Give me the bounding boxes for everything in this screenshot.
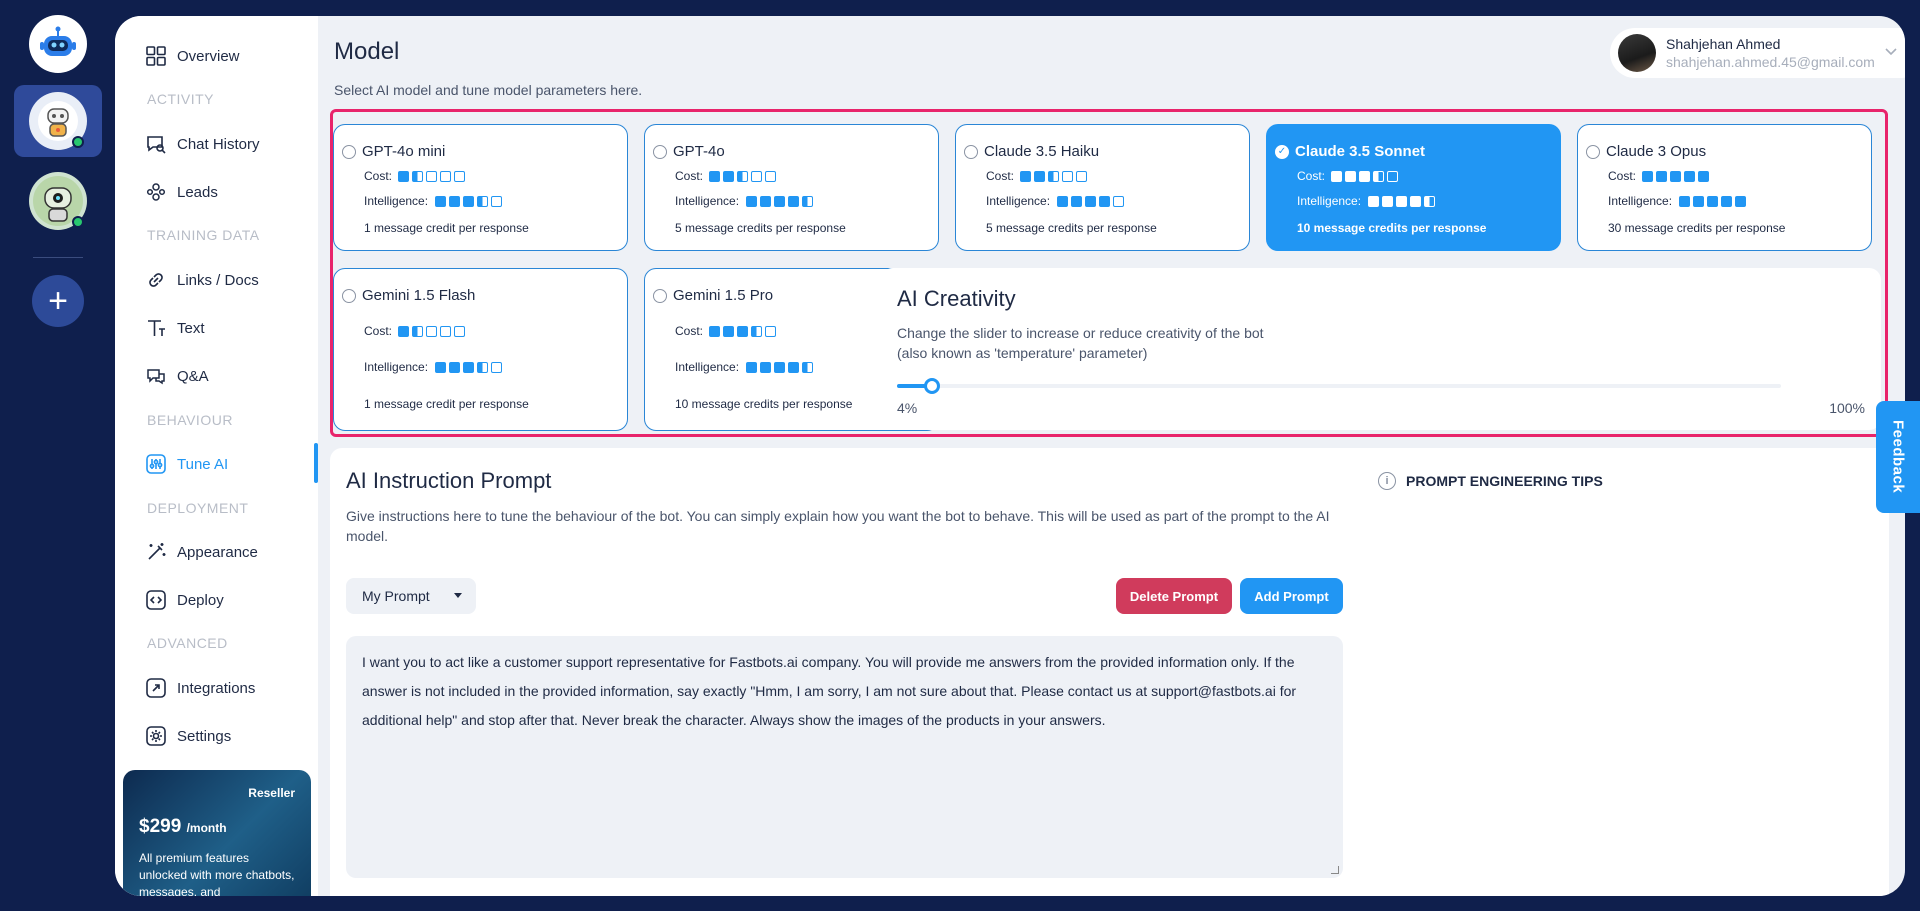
users-icon xyxy=(145,181,167,203)
content-area: Model Select AI model and tune model par… xyxy=(318,16,1905,896)
chat-search-icon xyxy=(145,133,167,155)
model-selection-highlight xyxy=(330,109,1888,437)
main-frame: Overview ACTIVITY Chat History Leads TRA… xyxy=(115,16,1905,896)
promo-price-value: $299 xyxy=(139,816,182,837)
reseller-promo-card[interactable]: Reseller $299 /month All premium feature… xyxy=(123,770,311,896)
info-icon: i xyxy=(1378,472,1396,490)
sidebar-item-label: Integrations xyxy=(177,679,256,697)
prompt-description: Give instructions here to tune the behav… xyxy=(346,508,1330,544)
promo-tag: Reseller xyxy=(248,786,295,800)
sidebar-item-links-docs[interactable]: Links / Docs xyxy=(145,269,259,291)
sidebar-item-integrations[interactable]: Integrations xyxy=(145,677,255,699)
chevron-down-icon xyxy=(1884,44,1898,60)
promo-price: $299 /month xyxy=(139,816,227,838)
prompt-engineering-tips[interactable]: i PROMPT ENGINEERING TIPS xyxy=(1378,472,1603,490)
user-email: shahjehan.ahmed.45@gmail.com xyxy=(1666,54,1875,70)
integrations-icon xyxy=(145,677,167,699)
sidebar-item-label: Chat History xyxy=(177,135,260,153)
feedback-label: Feedback xyxy=(1889,420,1907,494)
online-status-dot xyxy=(72,216,84,228)
sidebar-item-text[interactable]: Text xyxy=(145,317,205,339)
user-info: Shahjehan Ahmed shahjehan.ahmed.45@gmail… xyxy=(1666,36,1875,70)
promo-description: All premium features unlocked with more … xyxy=(139,851,295,896)
add-bot-button[interactable]: + xyxy=(32,275,84,327)
gear-icon xyxy=(145,725,167,747)
sidebar-item-label: Settings xyxy=(177,727,232,745)
sidebar-item-label: Deploy xyxy=(177,591,224,609)
sidebar-item-label: Links / Docs xyxy=(177,271,259,289)
sidebar-item-label: Appearance xyxy=(177,543,258,561)
page-title: Model xyxy=(334,38,400,65)
add-prompt-button[interactable]: Add Prompt xyxy=(1240,578,1343,614)
section-deployment: DEPLOYMENT xyxy=(147,500,249,516)
prompt-select[interactable]: My Prompt xyxy=(346,578,476,614)
sidebar-item-qa[interactable]: Q&A xyxy=(145,365,209,387)
online-status-dot xyxy=(72,136,84,148)
feedback-tab[interactable]: Feedback xyxy=(1876,401,1920,513)
sidebar: Overview ACTIVITY Chat History Leads TRA… xyxy=(115,16,318,896)
promo-price-period: /month xyxy=(186,821,227,835)
sidebar-item-appearance[interactable]: Appearance xyxy=(145,541,258,563)
qa-icon xyxy=(145,365,167,387)
tips-label: PROMPT ENGINEERING TIPS xyxy=(1406,473,1603,489)
grid-icon xyxy=(145,45,167,67)
sliders-icon xyxy=(145,453,167,475)
page-subtitle: Select AI model and tune model parameter… xyxy=(334,82,643,98)
section-behaviour: BEHAVIOUR xyxy=(147,412,233,428)
user-name: Shahjehan Ahmed xyxy=(1666,36,1781,52)
plus-icon: + xyxy=(48,282,68,320)
robot-icon xyxy=(40,26,76,56)
ai-instruction-prompt-panel: AI Instruction Prompt Give instructions … xyxy=(330,448,1889,896)
sidebar-item-deploy[interactable]: Deploy xyxy=(145,589,224,611)
sidebar-item-leads[interactable]: Leads xyxy=(145,181,218,203)
link-icon xyxy=(145,269,167,291)
prompt-textarea[interactable]: I want you to act like a customer suppor… xyxy=(346,636,1343,878)
resize-grip-icon[interactable] xyxy=(1331,866,1339,874)
user-menu[interactable]: Shahjehan Ahmed shahjehan.ahmed.45@gmail… xyxy=(1610,28,1905,78)
magic-wand-icon xyxy=(145,541,167,563)
prompt-text: I want you to act like a customer suppor… xyxy=(362,654,1297,728)
fastbots-logo[interactable] xyxy=(29,15,87,73)
sidebar-item-label: Tune AI xyxy=(177,455,229,473)
sidebar-item-label: Q&A xyxy=(177,367,209,385)
sidebar-item-tune-ai[interactable]: Tune AI xyxy=(145,453,228,475)
avatar xyxy=(1618,34,1656,72)
delete-prompt-button[interactable]: Delete Prompt xyxy=(1116,578,1232,614)
bot-rail: + xyxy=(0,0,115,911)
rail-divider xyxy=(33,257,83,258)
code-icon xyxy=(145,589,167,611)
sidebar-item-label: Leads xyxy=(177,183,218,201)
sidebar-item-label: Text xyxy=(177,319,205,337)
caret-down-icon xyxy=(454,593,462,598)
sidebar-item-label: Overview xyxy=(177,47,240,65)
section-activity: ACTIVITY xyxy=(147,91,215,107)
sidebar-item-settings[interactable]: Settings xyxy=(145,725,231,747)
sidebar-item-overview[interactable]: Overview xyxy=(145,45,240,67)
text-icon xyxy=(145,317,167,339)
sidebar-item-chat-history[interactable]: Chat History xyxy=(145,133,260,155)
section-advanced: ADVANCED xyxy=(147,635,228,651)
section-training-data: TRAINING DATA xyxy=(147,227,260,243)
prompt-title: AI Instruction Prompt xyxy=(346,468,552,493)
prompt-select-value: My Prompt xyxy=(362,588,430,604)
